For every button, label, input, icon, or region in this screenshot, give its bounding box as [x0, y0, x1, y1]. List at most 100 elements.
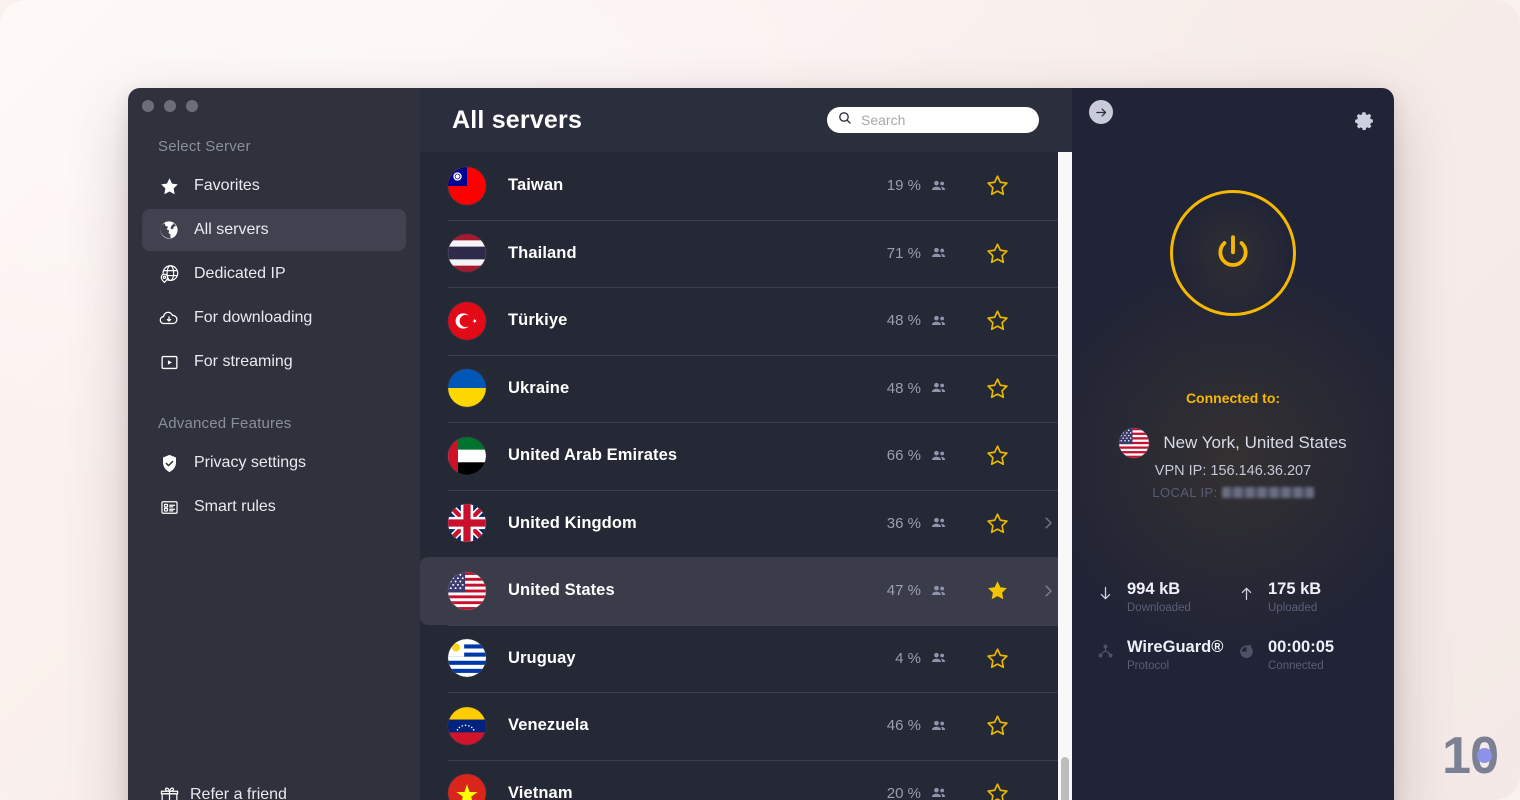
- server-row[interactable]: Venezuela 46 %: [420, 692, 1058, 760]
- pin-globe-icon: [158, 263, 180, 285]
- sidebar-item-label: Privacy settings: [194, 454, 307, 471]
- connection-panel: Connected to: New York, United States VP…: [1072, 88, 1394, 800]
- server-row-meta: 47 %: [887, 578, 1058, 603]
- server-row[interactable]: Ukraine 48 %: [420, 354, 1058, 423]
- globe-icon: [158, 219, 180, 241]
- search-box[interactable]: [827, 107, 1039, 133]
- server-load: 71 %: [886, 244, 921, 262]
- favorite-star-button[interactable]: [984, 578, 1010, 603]
- favorite-star-button[interactable]: [984, 443, 1010, 468]
- sidebar-item-all-servers[interactable]: All servers: [142, 209, 406, 251]
- watermark-dot: [1477, 748, 1492, 763]
- connected-location: New York, United States: [1072, 428, 1394, 458]
- search-input[interactable]: [861, 112, 1029, 128]
- users-icon: [930, 177, 948, 195]
- favorite-star-button[interactable]: [984, 308, 1010, 333]
- server-row[interactable]: United Kingdom 36 %: [420, 489, 1058, 558]
- shield-check-icon: [158, 452, 180, 474]
- connected-city-label: New York, United States: [1163, 433, 1347, 452]
- sidebar-item-smart-rules[interactable]: Smart rules: [142, 486, 406, 528]
- server-row[interactable]: Uruguay 4 %: [420, 624, 1058, 693]
- close-button[interactable]: [142, 100, 154, 112]
- stat-caption: Uploaded: [1268, 602, 1318, 614]
- arrow-up-icon: [1235, 580, 1257, 606]
- sidebar-item-label: For streaming: [194, 353, 293, 370]
- server-row[interactable]: United Arab Emirates 66 %: [420, 422, 1058, 490]
- server-name: Türkiye: [508, 311, 568, 330]
- stat-value: WireGuard®: [1127, 638, 1224, 656]
- favorite-star-button[interactable]: [984, 511, 1010, 536]
- server-name: Vietnam: [508, 783, 573, 800]
- refer-a-friend-label: Refer a friend: [190, 786, 287, 800]
- sidebar-item-privacy-settings[interactable]: Privacy settings: [142, 442, 406, 484]
- users-icon: [930, 379, 948, 397]
- zoom-button[interactable]: [186, 100, 198, 112]
- refer-a-friend-button[interactable]: Refer a friend: [158, 784, 287, 800]
- server-name: Venezuela: [508, 716, 589, 735]
- favorite-star-button[interactable]: [984, 646, 1010, 671]
- server-row[interactable]: Türkiye 48 %: [420, 287, 1058, 355]
- search-icon: [837, 110, 853, 131]
- flag-ae-icon: [448, 436, 486, 475]
- server-list[interactable]: Taiwan 19 % Thailand 71 % Türkiye 48 % Ukrai…: [420, 152, 1072, 800]
- arrow-right-circle-icon[interactable]: [1089, 100, 1113, 124]
- chevron-right-icon[interactable]: [1038, 514, 1058, 532]
- stat-caption: Downloaded: [1127, 602, 1191, 614]
- favorite-star-button[interactable]: [984, 173, 1010, 198]
- power-button-wrapper: [1170, 190, 1296, 316]
- local-ip-row: LOCAL IP:: [1072, 485, 1394, 500]
- flag-us-icon: [1119, 428, 1150, 458]
- sidebar-item-label: All servers: [194, 221, 269, 238]
- chevron-right-icon[interactable]: [1038, 582, 1058, 600]
- sidebar-item-for-streaming[interactable]: For streaming: [142, 341, 406, 383]
- minimize-button[interactable]: [164, 100, 176, 112]
- local-ip-redacted-value: [1221, 487, 1314, 498]
- favorite-star-button[interactable]: [984, 376, 1010, 401]
- server-name: United Arab Emirates: [508, 446, 678, 465]
- sidebar-item-label: For downloading: [194, 309, 313, 326]
- flag-vn-icon: [448, 774, 486, 800]
- server-load: 47 %: [886, 582, 921, 600]
- server-load: 20 %: [886, 784, 921, 800]
- server-list-scrollbar-track[interactable]: [1058, 152, 1072, 800]
- server-load: 48 %: [886, 379, 921, 397]
- server-row-meta: 71 %: [887, 241, 1058, 266]
- server-load: 48 %: [886, 312, 921, 330]
- server-row-meta: 48 %: [887, 376, 1058, 401]
- favorite-star-button[interactable]: [984, 713, 1010, 738]
- sidebar-item-for-downloading[interactable]: For downloading: [142, 297, 406, 339]
- gear-icon[interactable]: [1354, 110, 1376, 132]
- server-panel-header: All servers: [420, 88, 1072, 152]
- server-row[interactable]: Thailand 71 %: [420, 219, 1058, 288]
- sidebar-advanced-nav: Privacy settings Smart rules: [128, 432, 420, 528]
- play-screen-icon: [158, 351, 180, 373]
- server-row[interactable]: Taiwan 19 %: [420, 152, 1058, 220]
- power-icon[interactable]: [1170, 190, 1296, 316]
- watermark: 1 0: [1442, 730, 1499, 782]
- server-row-meta: 36 %: [887, 511, 1058, 536]
- users-icon: [930, 447, 948, 465]
- flag-ua-icon: [448, 369, 486, 408]
- users-icon: [930, 649, 948, 667]
- server-load: 19 %: [886, 177, 921, 195]
- stat-downloaded: 994 kB Downloaded: [1094, 580, 1235, 614]
- server-load: 4 %: [895, 649, 921, 667]
- sidebar-item-label: Dedicated IP: [194, 265, 286, 282]
- rules-list-icon: [158, 496, 180, 518]
- server-name: United Kingdom: [508, 513, 637, 532]
- stats-row-protocol: WireGuard® Protocol 00:00:05 Connected: [1094, 638, 1376, 672]
- server-list-scrollbar-thumb[interactable]: [1061, 757, 1069, 800]
- server-row[interactable]: Vietnam 20 %: [420, 759, 1058, 800]
- favorite-star-button[interactable]: [984, 241, 1010, 266]
- sidebar-item-favorites[interactable]: Favorites: [142, 165, 406, 207]
- favorite-star-button[interactable]: [984, 781, 1010, 800]
- star-icon: [158, 175, 180, 197]
- protocol-icon: [1094, 638, 1116, 664]
- server-row[interactable]: United States 47 %: [420, 557, 1072, 625]
- stat-value: 994 kB: [1127, 580, 1181, 598]
- stat-value: 00:00:05: [1268, 638, 1335, 656]
- sidebar-item-dedicated-ip[interactable]: Dedicated IP: [142, 253, 406, 295]
- users-icon: [930, 582, 948, 600]
- stat-value: 175 kB: [1268, 580, 1322, 598]
- flag-us-icon: [448, 571, 486, 610]
